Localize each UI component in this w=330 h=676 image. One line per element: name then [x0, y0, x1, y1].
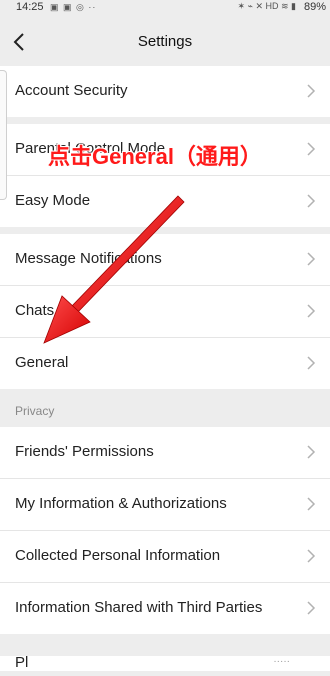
status-bar: 14:25 ▣ ▣ ◎ ·· ✶ ⌁ ✕ HD ≋ ▮ 89% — [0, 0, 330, 16]
notification-icons: ▣ ▣ ◎ ·· — [50, 2, 97, 12]
chevron-right-icon — [307, 497, 316, 511]
row-easy-mode[interactable]: Easy Mode — [0, 176, 330, 227]
settings-group-modes: Parental Control Mode Easy Mode — [0, 124, 330, 227]
row-general[interactable]: General — [0, 338, 330, 389]
settings-group-account: Account Security — [0, 66, 330, 117]
chevron-right-icon — [307, 84, 316, 98]
row-parental-control-mode[interactable]: Parental Control Mode — [0, 124, 330, 176]
row-label: My Information & Authorizations — [15, 495, 227, 512]
chevron-right-icon — [307, 601, 316, 615]
row-label: Message Notifications — [15, 250, 162, 267]
row-label: Friends' Permissions — [15, 443, 154, 460]
row-partial-bottom[interactable]: Pl ····· — [0, 654, 330, 671]
row-label: Chats — [15, 302, 55, 319]
chevron-right-icon — [307, 445, 316, 459]
row-information-shared[interactable]: Information Shared with Third Parties — [0, 583, 330, 634]
chevron-right-icon — [307, 304, 316, 318]
battery-level: 89% — [303, 1, 326, 13]
chevron-right-icon — [307, 252, 316, 266]
row-collected-personal-information[interactable]: Collected Personal Information — [0, 531, 330, 583]
chevron-right-icon — [307, 142, 316, 156]
chevron-right-icon — [307, 356, 316, 370]
bottom-hint: ····· — [273, 656, 290, 667]
row-account-security[interactable]: Account Security — [0, 66, 330, 117]
top-bar: Settings — [0, 18, 330, 66]
edge-panel-handle[interactable] — [0, 70, 7, 200]
chevron-right-icon — [307, 194, 316, 208]
row-label: General — [15, 354, 69, 371]
row-label: Collected Personal Information — [15, 547, 221, 564]
status-time: 14:25 — [16, 1, 44, 13]
system-icons: ✶ ⌁ ✕ HD ≋ ▮ — [237, 1, 297, 11]
row-label: Information Shared with Third Parties — [15, 599, 263, 616]
chevron-right-icon — [307, 549, 316, 563]
row-friends-permissions[interactable]: Friends' Permissions — [0, 427, 330, 479]
row-label: Pl — [15, 654, 29, 671]
row-message-notifications[interactable]: Message Notifications — [0, 234, 330, 286]
row-label: Easy Mode — [15, 192, 91, 209]
row-label: Account Security — [15, 82, 128, 99]
row-label: Parental Control Mode — [15, 140, 166, 157]
row-my-information[interactable]: My Information & Authorizations — [0, 479, 330, 531]
settings-group-general: Message Notifications Chats General — [0, 234, 330, 389]
row-chats[interactable]: Chats — [0, 286, 330, 338]
page-title: Settings — [137, 33, 193, 50]
settings-group-privacy: Friends' Permissions My Information & Au… — [0, 427, 330, 634]
section-label-privacy: Privacy — [15, 404, 55, 418]
